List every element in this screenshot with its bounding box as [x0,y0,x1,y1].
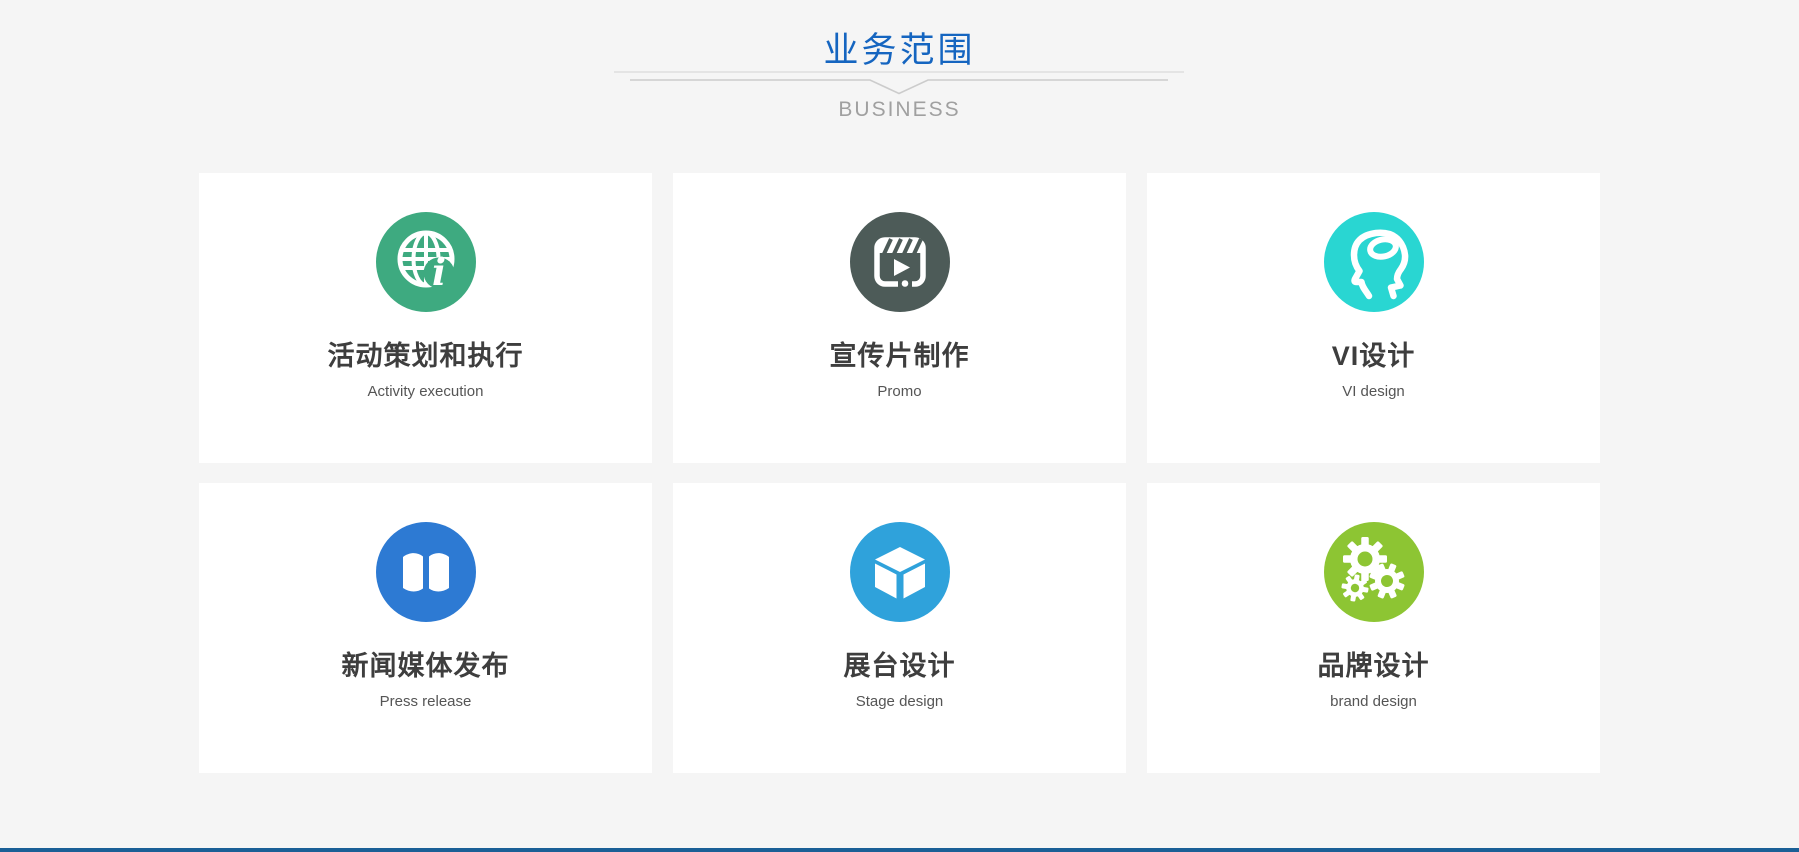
card-subtitle: VI design [1147,382,1600,402]
service-card-brand-design[interactable]: 品牌设计 brand design [1147,483,1600,773]
card-subtitle: Activity execution [199,382,652,402]
gears-icon [1324,522,1424,622]
clapperboard-video-icon [850,212,950,312]
title-divider-chevron [614,71,1184,97]
card-title: 活动策划和执行 [199,338,652,374]
head-profile-icon [1324,212,1424,312]
globe-info-icon: i [376,212,476,312]
open-book-icon [376,522,476,622]
card-title: 宣传片制作 [673,338,1126,374]
services-grid: i 活动策划和执行 Activity execution 宣传片制作 Promo [199,173,1600,773]
card-title: 新闻媒体发布 [199,648,652,684]
bottom-accent-bar [0,848,1799,852]
service-card-activity-execution[interactable]: i 活动策划和执行 Activity execution [199,173,652,463]
card-subtitle: Promo [673,382,1126,402]
card-title: 展台设计 [673,648,1126,684]
card-subtitle: Press release [199,692,652,712]
card-subtitle: Stage design [673,692,1126,712]
service-card-press-release[interactable]: 新闻媒体发布 Press release [199,483,652,773]
service-card-stage-design[interactable]: 展台设计 Stage design [673,483,1126,773]
card-title: 品牌设计 [1147,648,1600,684]
card-subtitle: brand design [1147,692,1600,712]
service-card-promo[interactable]: 宣传片制作 Promo [673,173,1126,463]
service-card-vi-design[interactable]: VI设计 VI design [1147,173,1600,463]
cube-icon [850,522,950,622]
card-title: VI设计 [1147,338,1600,374]
svg-text:i: i [431,250,445,294]
section-title: 业务范围 [0,22,1799,73]
section-subtitle: BUSINESS [0,98,1799,122]
